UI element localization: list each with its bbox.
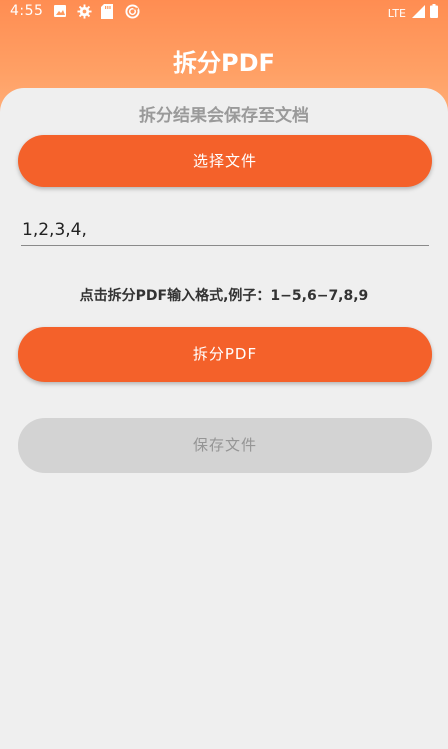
image-icon <box>53 4 69 20</box>
save-file-button[interactable]: 保存文件 <box>18 418 432 473</box>
sync-icon <box>125 4 141 20</box>
network-label: LTE <box>387 6 406 20</box>
select-file-button[interactable]: 选择文件 <box>18 135 432 187</box>
format-hint: 点击拆分PDF输入格式,例子：1−5,6−7,8,9 <box>79 288 369 304</box>
app-screen: 4:55 LTE 拆分PDF 拆分结果会保存至文档 选择文件 1,2,3,4, … <box>0 0 448 749</box>
status-icons-right: LTE <box>388 4 438 22</box>
status-time: 4:55 <box>10 3 44 19</box>
signal-icon <box>412 4 425 22</box>
save-location-subtitle: 拆分结果会保存至文档 <box>139 106 309 126</box>
battery-icon <box>430 4 438 22</box>
page-range-input[interactable] <box>21 215 429 246</box>
page-title: 拆分PDF <box>173 49 275 77</box>
status-bar: 4:55 LTE <box>0 0 448 24</box>
split-pdf-button[interactable]: 拆分PDF <box>18 327 432 382</box>
status-icons-left <box>53 4 141 20</box>
sd-card-icon <box>101 4 117 20</box>
gear-icon <box>77 4 93 20</box>
